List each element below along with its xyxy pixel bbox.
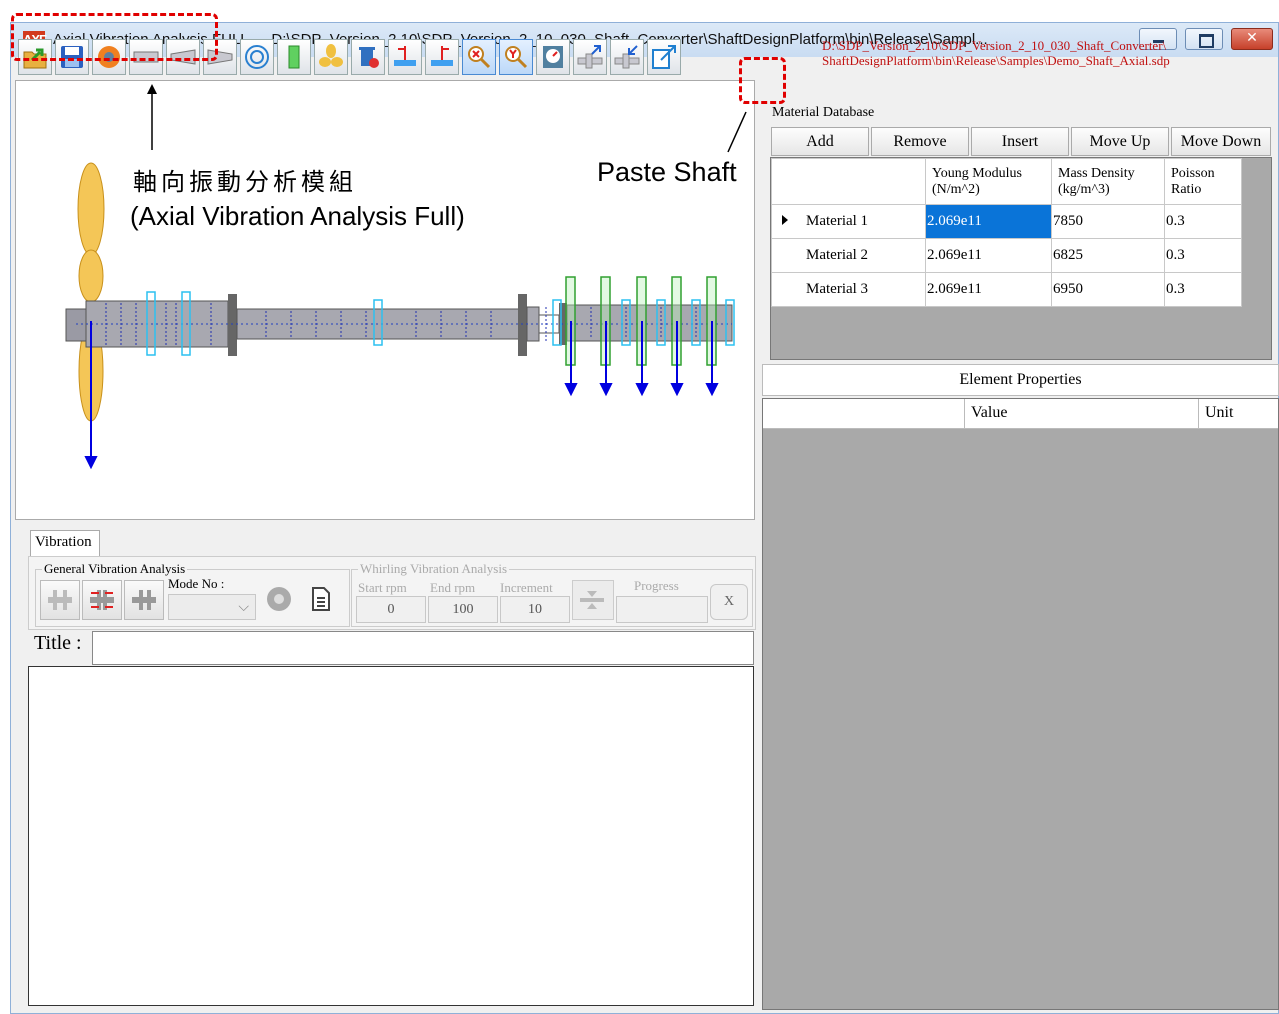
element-properties-columns: Value Unit [763,399,1278,429]
move-up-button[interactable]: Move Up [1071,127,1169,156]
cell-young[interactable]: 2.069e11 [925,204,1052,239]
col-property[interactable] [763,399,965,429]
cell-poisson[interactable]: 0.3 [1164,238,1242,273]
torsion-mode-button[interactable] [124,580,164,620]
mode-no-label: Mode No : [168,576,225,591]
end-rpm-input[interactable]: 100 [428,596,498,623]
axial-mode-button[interactable] [82,580,122,620]
cell-density[interactable]: 7850 [1051,204,1165,239]
cancel-button[interactable]: X [710,584,748,620]
cell-poisson[interactable]: 0.3 [1164,204,1242,239]
material-table: Young Modulus (N/m^2) Mass Density (kg/m^3… [771,158,1242,307]
cell-young[interactable]: 2.069e11 [925,272,1052,307]
cell-density[interactable]: 6950 [1051,272,1165,307]
general-vibration-group: General Vibration Analysis Mode No : ⌵ [35,561,350,627]
col-value[interactable]: Value [965,399,1199,429]
insert-button[interactable]: Insert [971,127,1069,156]
col-young-modulus[interactable]: Young Modulus (N/m^2) [925,158,1052,205]
whirl-icon [580,591,604,609]
material-grid: Young Modulus (N/m^2) Mass Density (kg/m^3… [770,157,1272,360]
row-name[interactable]: Material 3 [771,272,926,307]
start-rpm-input[interactable]: 0 [356,596,426,623]
cell-poisson[interactable]: 0.3 [1164,272,1242,307]
animate-icon [267,587,291,611]
whirl-run-button[interactable] [572,580,614,620]
row-name[interactable]: Material 2 [771,238,926,273]
move-down-button[interactable]: Move Down [1171,127,1271,156]
annotation-chinese: 軸向振動分析模組 [133,168,357,196]
remove-button[interactable]: Remove [871,127,969,156]
material-database-label: Material Database [772,105,875,120]
mode-shape-icon [48,590,72,610]
output-textarea[interactable] [28,666,754,1006]
animate-button[interactable] [260,580,300,620]
annotation-english: (Axial Vibration Analysis Full) [130,201,465,231]
col-unit[interactable]: Unit [1199,399,1279,429]
mode-no-select[interactable]: ⌵ [168,594,256,620]
row-name[interactable]: Material 1 [771,204,926,239]
torsion-mode-icon [132,590,156,610]
table-row[interactable]: Material 1 2.069e11 7850 0.3 [771,204,1242,239]
report-button[interactable] [302,580,342,620]
whirling-vibration-group: Whirling Vibration Analysis Start rpm En… [351,561,753,627]
current-row-icon [782,215,788,225]
table-row[interactable]: Material 2 2.069e11 6825 0.3 [771,238,1242,273]
add-button[interactable]: Add [771,127,869,156]
col-poisson-ratio[interactable]: Poisson Ratio [1164,158,1242,205]
axial-mode-icon [90,590,114,610]
progress-bar [616,596,708,623]
annotation-paste-shaft: Paste Shaft [597,157,737,187]
col-mass-density[interactable]: Mass Density (kg/m^3) [1051,158,1165,205]
increment-input[interactable]: 10 [500,596,570,623]
vibration-panel: General Vibration Analysis Mode No : ⌵ W… [28,556,756,630]
title-input[interactable] [92,631,754,665]
table-header-row: Young Modulus (N/m^2) Mass Density (kg/m^3… [771,158,1242,205]
tab-vibration[interactable]: Vibration [30,530,100,557]
cell-young[interactable]: 2.069e11 [925,238,1052,273]
chevron-down-icon: ⌵ [238,600,249,615]
mode-shape-button[interactable] [40,580,80,620]
report-icon [312,587,330,611]
element-properties-grid[interactable]: Value Unit [762,398,1279,1010]
cell-density[interactable]: 6825 [1051,238,1165,273]
title-label: Title : [34,632,82,654]
element-properties-header: Element Properties [762,364,1279,396]
row-header-corner [771,158,926,205]
table-row[interactable]: Material 3 2.069e11 6950 0.3 [771,272,1242,307]
